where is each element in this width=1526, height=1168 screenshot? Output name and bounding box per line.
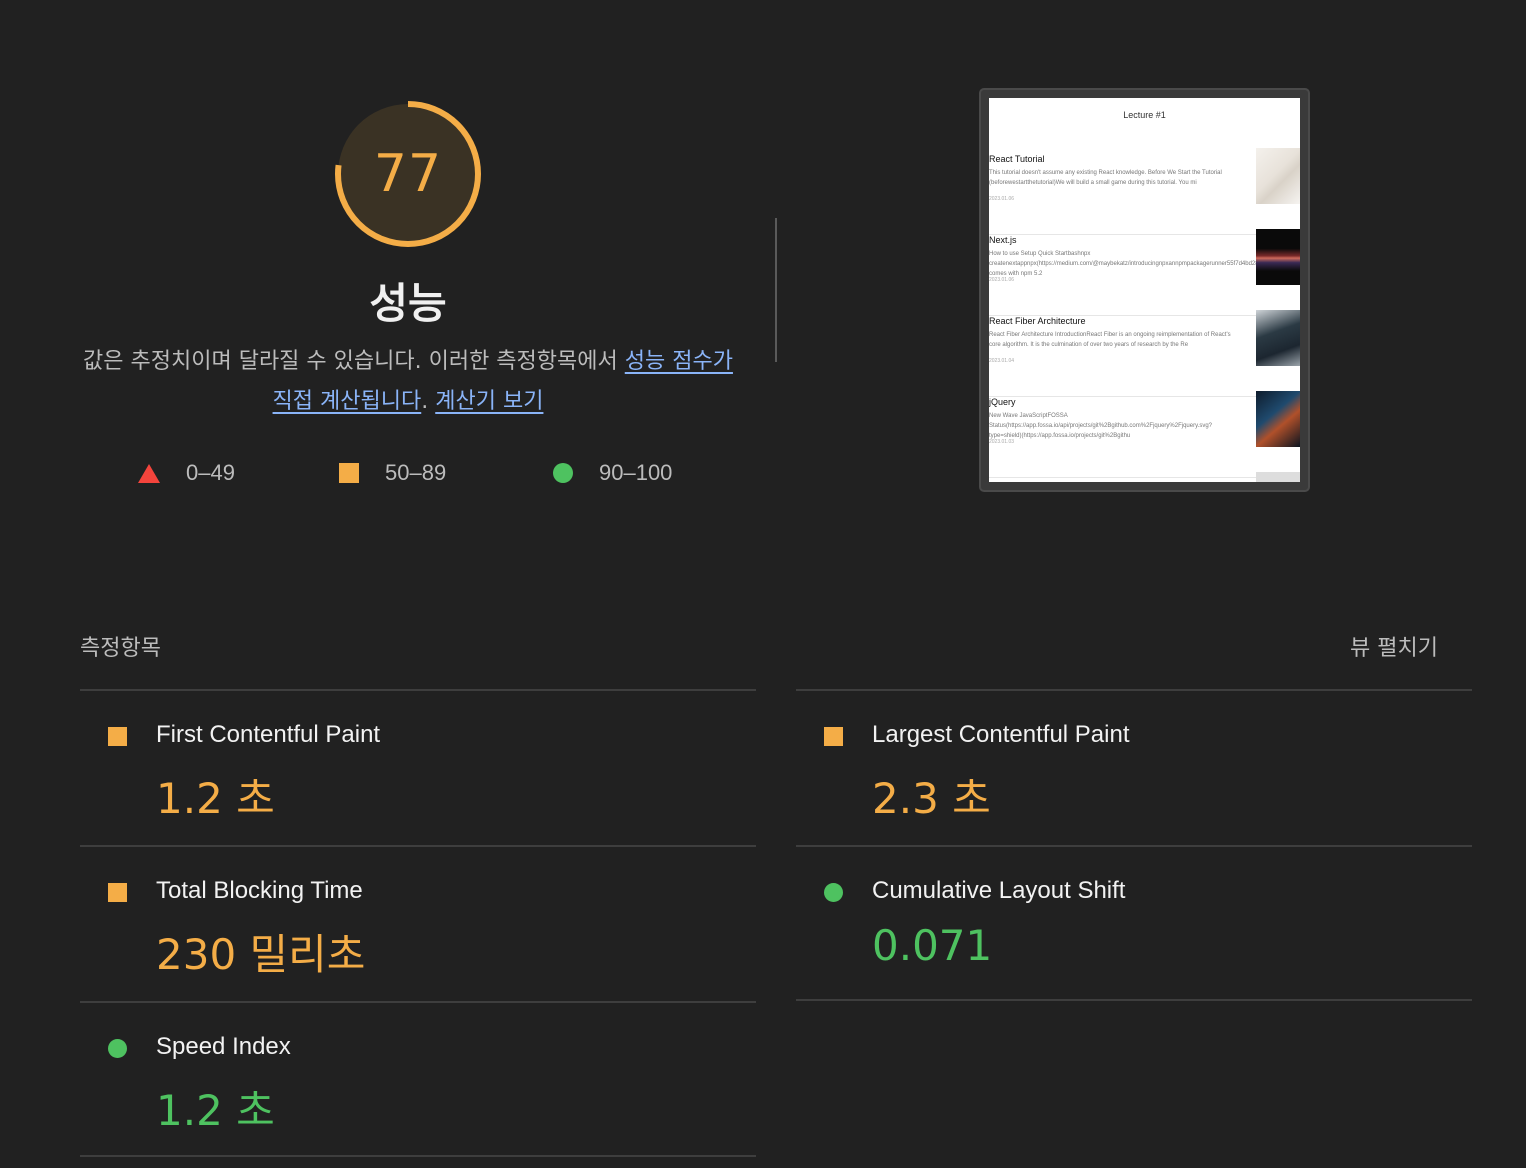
square-icon [339,463,359,483]
metric-value: 1.2 초 [156,1086,275,1135]
metric-value: 0.071 [872,921,993,970]
circle-icon [553,463,573,483]
post-title: React Tutorial [989,154,1045,164]
performance-score: 77 [373,144,443,204]
post-date: 2023.01.06 [989,277,1015,283]
post-date: 2023.01.06 [989,196,1015,202]
screenshot-post: React Tutorial This tutorial doesn't ass… [989,148,1300,235]
legend-average: 50–89 [339,460,446,486]
post-excerpt: New Wave JavaScriptFOSSA Status(https://… [989,413,1213,439]
post-title: React Fiber Architecture [989,316,1086,326]
description-separator: . [421,389,436,414]
vertical-divider [775,218,777,362]
post-thumbnail [1256,148,1300,204]
metric-cumulative-layout-shift: Cumulative Layout Shift 0.071 [796,847,1472,1001]
lighthouse-performance-report: 77 성능 값은 추정치이며 달라질 수 있습니다. 이러한 측정항목에서 성능… [0,0,1526,1168]
post-date: 2023.01.04 [989,358,1015,364]
circle-icon [824,883,843,902]
metric-value: 1.2 초 [156,774,275,823]
metric-total-blocking-time: Total Blocking Time 230 밀리초 [80,847,756,1001]
metrics-heading: 측정항목 [80,636,161,661]
metric-name: Largest Contentful Paint [872,721,1130,748]
metric-name: Cumulative Layout Shift [872,877,1126,904]
circle-icon [108,1039,127,1058]
final-screenshot[interactable]: Lecture #1 React Tutorial This tutorial … [979,88,1310,492]
metric-first-contentful-paint: First Contentful Paint 1.2 초 [80,691,756,845]
metric-value: 2.3 초 [872,774,991,823]
metric-speed-index: Speed Index 1.2 초 [80,1003,756,1157]
gauge-title: 성능 [369,279,447,328]
square-icon [108,883,127,902]
post-excerpt: This tutorial doesn't assume any existin… [989,170,1222,186]
legend-label: 90–100 [599,460,673,485]
screenshot-page: Lecture #1 React Tutorial This tutorial … [989,98,1300,482]
performance-gauge: 77 [334,100,482,248]
metric-name: First Contentful Paint [156,721,381,748]
screenshot-post: Next.js How to use Setup Quick Startbash… [989,229,1300,316]
post-title: Next.js [989,235,1017,245]
post-excerpt: How to use Setup Quick Startbashnpx crea… [989,251,1268,277]
description-text: 값은 추정치이며 달라질 수 있습니다. 이러한 측정항목에서 [83,349,625,374]
screenshot-post-partial [989,472,1300,482]
post-thumbnail [1256,391,1300,447]
legend-label: 50–89 [385,460,447,485]
screenshot-post: React Fiber Architecture React Fiber Arc… [989,310,1300,397]
triangle-icon [138,463,160,483]
post-thumbnail [1256,229,1300,285]
calculator-link[interactable]: 계산기 보기 [435,389,543,414]
expand-view-button[interactable]: 뷰 펼치기 [1350,630,1438,662]
metric-name: Speed Index [156,1033,291,1060]
screenshot-post: jQuery New Wave JavaScriptFOSSA Status(h… [989,391,1300,478]
score-description: 값은 추정치이며 달라질 수 있습니다. 이러한 측정항목에서 성능 점수가 직… [80,342,736,422]
square-icon [108,727,127,746]
legend-fail: 0–49 [138,460,235,486]
post-thumbnail [1256,310,1300,366]
legend-label: 0–49 [186,460,235,485]
metric-largest-contentful-paint: Largest Contentful Paint 2.3 초 [796,691,1472,845]
legend-pass: 90–100 [553,460,672,486]
metric-name: Total Blocking Time [156,877,363,904]
post-thumbnail [1256,472,1300,482]
square-icon [824,727,843,746]
screenshot-title: Lecture #1 [1123,110,1166,120]
metric-value: 230 밀리초 [156,930,366,979]
post-date: 2023.01.03 [989,439,1015,445]
post-excerpt: React Fiber Architecture IntroductionRea… [989,332,1231,348]
post-title: jQuery [989,397,1016,407]
